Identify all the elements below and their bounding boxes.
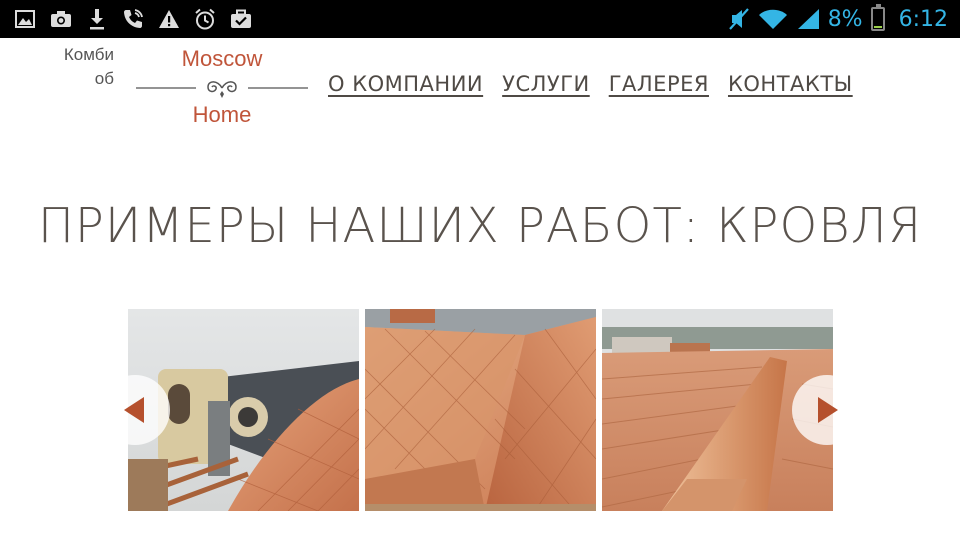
logo-text-bottom: Home (192, 102, 252, 127)
tagline-line-1: Комби (63, 45, 114, 64)
mute-icon (728, 8, 750, 30)
battery-percent: 8% (827, 6, 863, 32)
arrow-right-icon (818, 397, 838, 423)
system-indicators: 8% 6:12 (728, 0, 948, 38)
nav-item-contacts[interactable]: КОНТАКТЫ (728, 72, 853, 96)
tagline: Комби об (52, 43, 114, 91)
call-icon (122, 8, 144, 30)
logo-text-top: Moscow (181, 46, 263, 71)
battery-icon (870, 4, 885, 31)
nav-item-about[interactable]: О КОМПАНИИ (328, 72, 483, 96)
status-bar: 8% 6:12 (0, 0, 960, 38)
gallery-icon (14, 8, 36, 30)
arrow-left-icon (124, 397, 144, 423)
camera-icon (50, 8, 72, 30)
nav-item-gallery[interactable]: ГАЛЕРЕЯ (609, 72, 709, 96)
page-title: ПРИМЕРЫ НАШИХ РАБОТ: КРОВЛЯ (37, 198, 923, 254)
download-icon (86, 8, 108, 30)
briefcase-icon (230, 8, 252, 30)
tagline-line-2: об (94, 69, 114, 88)
gallery-next-button[interactable] (792, 375, 862, 445)
site-logo[interactable]: Moscow Home (136, 46, 308, 128)
nav-item-services[interactable]: УСЛУГИ (502, 72, 590, 96)
notification-icons (14, 0, 252, 38)
logo-ornament (136, 81, 308, 98)
clock: 6:12 (898, 6, 948, 32)
signal-icon (796, 8, 820, 30)
gallery-prev-button[interactable] (100, 375, 170, 445)
gallery-photo-2[interactable] (365, 309, 596, 511)
main-nav: О КОМПАНИИ УСЛУГИ ГАЛЕРЕЯ КОНТАКТЫ (328, 72, 853, 96)
alarm-icon (194, 8, 216, 30)
photo-gallery (128, 309, 833, 511)
warning-icon (158, 8, 180, 30)
wifi-icon (758, 8, 788, 30)
